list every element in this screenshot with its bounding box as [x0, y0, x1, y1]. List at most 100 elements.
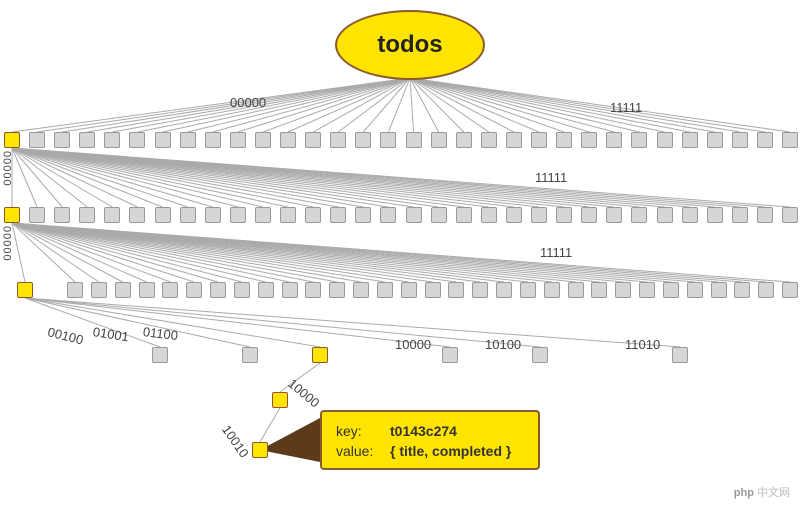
level3-node — [115, 282, 131, 298]
level3-node — [305, 282, 321, 298]
level4-node — [312, 347, 328, 363]
level1-node — [631, 132, 647, 148]
level1-node — [280, 132, 296, 148]
level1-node — [180, 132, 196, 148]
level4-edge-label: 11010 — [625, 337, 660, 352]
level1-node — [456, 132, 472, 148]
level2-node — [280, 207, 296, 223]
level1-node — [380, 132, 396, 148]
level2-node — [506, 207, 522, 223]
level3-node — [401, 282, 417, 298]
level2-node — [205, 207, 221, 223]
level1-node — [481, 132, 497, 148]
level2-node — [707, 207, 723, 223]
watermark-suffix: 中文网 — [757, 487, 790, 499]
leaf-info-box: key: t0143c274 value: { title, completed… — [320, 410, 540, 470]
level1-node — [129, 132, 145, 148]
level1-node — [255, 132, 271, 148]
level1-node — [682, 132, 698, 148]
level2-node — [54, 207, 70, 223]
level1-node — [581, 132, 597, 148]
level2-node — [104, 207, 120, 223]
level1-node — [230, 132, 246, 148]
level3-node — [520, 282, 536, 298]
level3-node — [353, 282, 369, 298]
level3-node — [734, 282, 750, 298]
level3-node — [234, 282, 250, 298]
level2-node — [682, 207, 698, 223]
level3-right-label: 11111 — [540, 245, 572, 260]
level3-node — [544, 282, 560, 298]
level3-node — [472, 282, 488, 298]
level3-node — [258, 282, 274, 298]
level2-node — [330, 207, 346, 223]
level2-node — [606, 207, 622, 223]
leaf-key-label: key: — [336, 422, 380, 442]
level1-node — [355, 132, 371, 148]
level3-node — [282, 282, 298, 298]
level3-node — [17, 282, 33, 298]
level2-node — [129, 207, 145, 223]
level3-node — [639, 282, 655, 298]
level2-node — [556, 207, 572, 223]
level2-node — [431, 207, 447, 223]
level2-node — [4, 207, 20, 223]
level1-node — [707, 132, 723, 148]
level3-node — [496, 282, 512, 298]
level2-node — [355, 207, 371, 223]
level3-node — [329, 282, 345, 298]
level1-node — [305, 132, 321, 148]
level1-node — [531, 132, 547, 148]
level1-node — [155, 132, 171, 148]
level1-node — [657, 132, 673, 148]
level1-node — [556, 132, 572, 148]
level1-node — [54, 132, 70, 148]
level2-node — [531, 207, 547, 223]
level2-node — [757, 207, 773, 223]
level2-node — [481, 207, 497, 223]
leaf-value-value: { title, completed } — [390, 442, 511, 462]
level3-node — [377, 282, 393, 298]
level2-node — [29, 207, 45, 223]
level3-node — [91, 282, 107, 298]
level4-node — [532, 347, 548, 363]
level2-node — [79, 207, 95, 223]
level3-node — [162, 282, 178, 298]
level3-node — [782, 282, 798, 298]
level2-node — [631, 207, 647, 223]
root-node: todos — [335, 10, 485, 80]
level2-node — [456, 207, 472, 223]
level2-node — [380, 207, 396, 223]
level1-side-label: 00000 — [2, 150, 14, 186]
leaf-value-label: value: — [336, 442, 380, 462]
level3-node — [186, 282, 202, 298]
level3-node — [687, 282, 703, 298]
level2-node — [305, 207, 321, 223]
level2-node — [155, 207, 171, 223]
level2-node — [255, 207, 271, 223]
level2-node — [230, 207, 246, 223]
level1-node — [606, 132, 622, 148]
level4-node — [672, 347, 688, 363]
level3-node — [67, 282, 83, 298]
level1-node — [506, 132, 522, 148]
level1-node — [330, 132, 346, 148]
level1-node — [29, 132, 45, 148]
level3-node — [568, 282, 584, 298]
level3-node — [758, 282, 774, 298]
level1-left-label: 00000 — [230, 95, 266, 110]
level2-node — [782, 207, 798, 223]
level4-edge-label: 10000 — [395, 337, 431, 352]
root-label: todos — [377, 31, 442, 59]
level3-node — [210, 282, 226, 298]
level1-node — [732, 132, 748, 148]
path-node-1 — [272, 392, 288, 408]
level1-node — [431, 132, 447, 148]
level3-node — [663, 282, 679, 298]
level3-node — [711, 282, 727, 298]
level1-right-label: 11111 — [610, 100, 642, 115]
level4-edge-label: 10100 — [485, 337, 521, 352]
level1-node — [406, 132, 422, 148]
level3-node — [591, 282, 607, 298]
watermark: php 中文网 — [734, 484, 790, 500]
